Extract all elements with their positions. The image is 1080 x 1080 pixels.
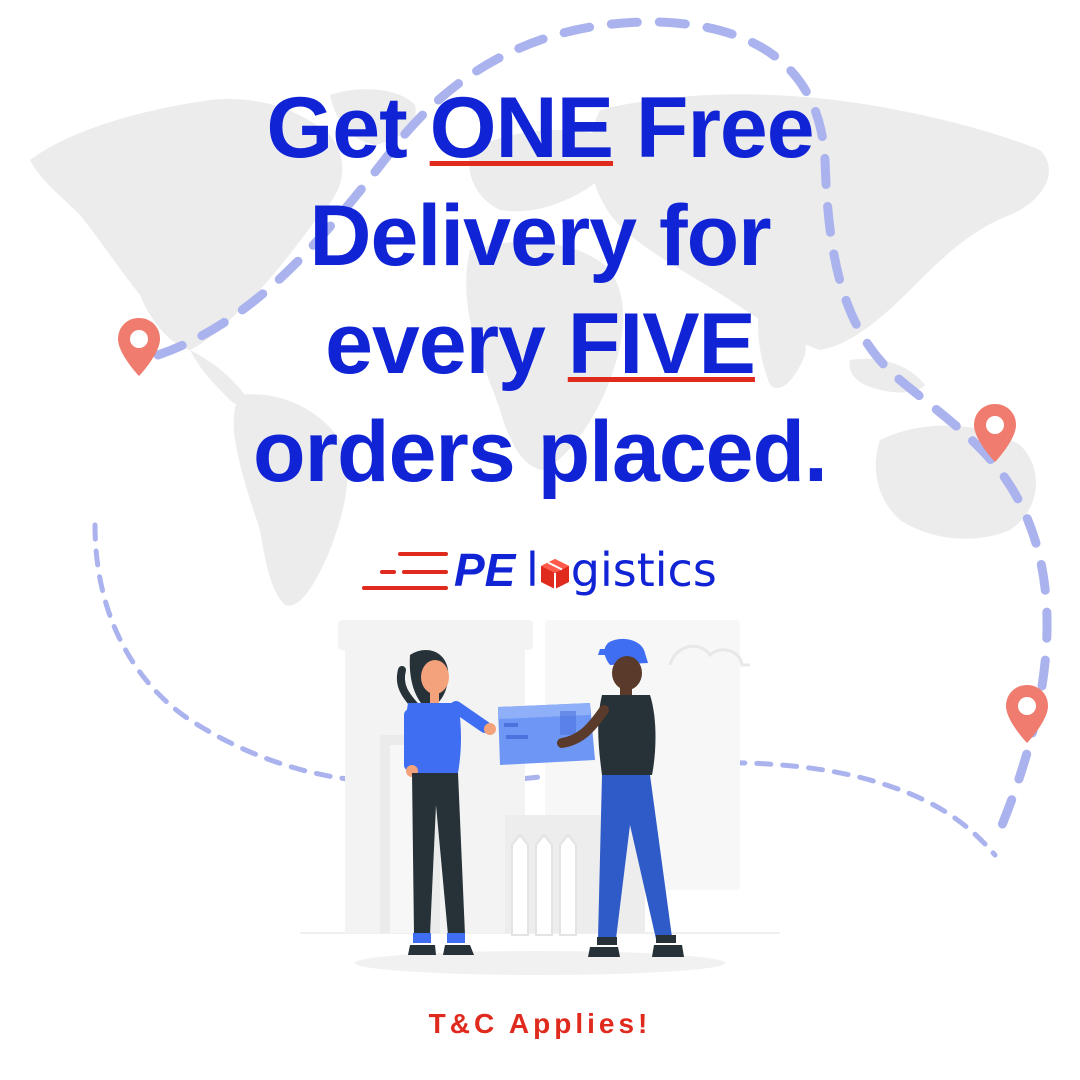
delivery-illustration xyxy=(300,620,780,975)
headline-text: Free xyxy=(613,80,815,176)
headline-line-3: every FIVE xyxy=(0,290,1080,398)
logo-initials: PE xyxy=(454,544,516,596)
headline-text: every xyxy=(325,296,568,392)
logo-wordmark: l gistics xyxy=(526,544,717,596)
promo-poster: Get ONE Free Delivery for every FIVE ord… xyxy=(0,0,1080,1080)
terms-note: T&C Applies! xyxy=(428,1008,652,1039)
headline-line-1: Get ONE Free xyxy=(0,74,1080,182)
logo-word-start: l xyxy=(526,543,539,597)
headline-emphasis-five: FIVE xyxy=(567,296,756,392)
location-pin-icon xyxy=(1006,685,1048,743)
brand-logo: PE l gistics xyxy=(360,540,730,610)
headline-line-4: orders placed. xyxy=(253,404,828,500)
logo-word-end: gistics xyxy=(570,543,717,597)
headline-emphasis-one: ONE xyxy=(429,80,614,176)
package-box-icon xyxy=(540,559,569,589)
promo-headline: Get ONE Free Delivery for every FIVE ord… xyxy=(0,74,1080,506)
speed-lines-icon xyxy=(362,552,448,590)
headline-line-2: Delivery for xyxy=(309,188,771,284)
headline-text: Get xyxy=(266,80,430,176)
